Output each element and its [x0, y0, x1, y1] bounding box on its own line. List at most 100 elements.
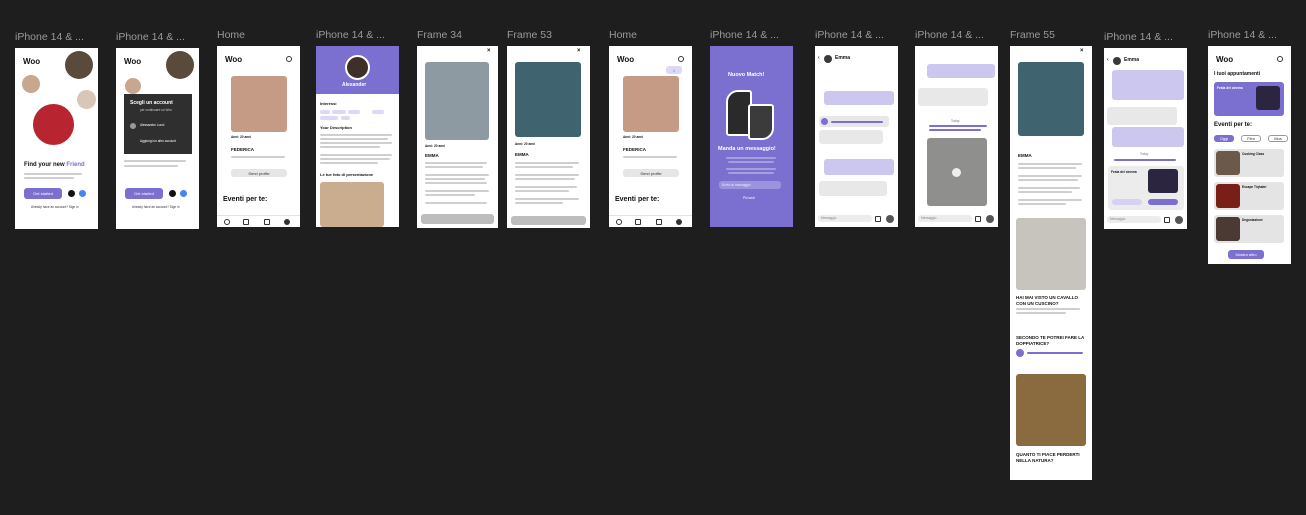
filter-tab-film[interactable]: Film: [1241, 135, 1261, 142]
frame-label[interactable]: Frame 34: [417, 29, 497, 41]
frame-appointments[interactable]: Woo I tuoi appuntamenti Festa del cinema…: [1208, 46, 1291, 264]
calendar-icon[interactable]: [243, 219, 249, 225]
frame-chat[interactable]: ‹ Emma Messaggio: [815, 46, 898, 227]
message-input[interactable]: Scrivi un messaggio: [719, 181, 781, 189]
audio-post[interactable]: [1016, 348, 1086, 358]
frame-label[interactable]: iPhone 14 & ...: [1208, 29, 1292, 41]
apple-icon[interactable]: [169, 190, 176, 197]
play-icon[interactable]: [952, 168, 961, 177]
notification-badge[interactable]: 1: [666, 66, 682, 74]
frame-label[interactable]: iPhone 14 & ...: [15, 31, 101, 43]
frame-label[interactable]: iPhone 14 & ...: [316, 29, 400, 41]
profile-icon[interactable]: [284, 219, 290, 225]
video-message[interactable]: [927, 138, 987, 206]
match-photo-2: [748, 104, 774, 140]
avatar-main: [33, 104, 74, 145]
frame-label[interactable]: iPhone 14 & ...: [815, 29, 899, 41]
audio-message[interactable]: [819, 116, 889, 127]
gallery-photo: [320, 182, 384, 227]
event-card[interactable]: Festa del cinema: [1108, 166, 1184, 210]
profile-age: Anni: 20 anni: [623, 135, 644, 139]
back-icon[interactable]: ‹: [1107, 58, 1109, 63]
camera-icon[interactable]: [975, 216, 981, 222]
calendar-icon[interactable]: [635, 219, 641, 225]
frame-label[interactable]: iPhone 14 & ...: [116, 31, 201, 43]
frame-chat-2[interactable]: Today Messaggio: [915, 46, 998, 227]
add-account-option[interactable]: Aggiungi un altro account: [140, 139, 176, 144]
frame-label[interactable]: iPhone 14 & ...: [1104, 31, 1190, 43]
frame-profile-detail[interactable]: × Anni: 20 anni EMMA: [417, 46, 498, 228]
send-profile-button[interactable]: Send profile: [623, 169, 679, 177]
close-icon[interactable]: ×: [1080, 48, 1084, 53]
frame-onboarding[interactable]: Woo Find your new Friend Get started Alr…: [15, 48, 98, 229]
frame-profile-feed[interactable]: × EMMA HAI MAI VISTO UN CAVALLO CON UN C…: [1010, 46, 1092, 480]
chat-bubble-out: [927, 64, 995, 78]
event-list-item[interactable]: Escape Tiqhater: [1214, 182, 1284, 210]
profile-age: Anni: 20 anni: [231, 135, 252, 139]
accept-button[interactable]: [1148, 199, 1178, 205]
locked-banner: [421, 214, 494, 224]
heart-icon[interactable]: [1277, 56, 1283, 62]
app-logo: Woo: [124, 57, 142, 66]
appointment-card[interactable]: Festa del cinema: [1214, 82, 1284, 116]
play-icon[interactable]: [821, 118, 828, 125]
back-icon[interactable]: ‹: [818, 56, 820, 61]
close-icon[interactable]: ×: [577, 48, 581, 53]
dialog-subtitle: per continuare su Woo: [140, 108, 173, 112]
frame-chat-event[interactable]: ‹ Emma Today Festa del cinema Messaggio: [1104, 48, 1187, 229]
camera-icon[interactable]: [875, 216, 881, 222]
frame-label[interactable]: Frame 53: [507, 29, 587, 41]
send-profile-button[interactable]: Send profile: [231, 169, 287, 177]
frame-label[interactable]: Frame 55: [1010, 29, 1090, 41]
show-more-button[interactable]: Mostra altro: [1228, 250, 1264, 259]
profile-name: EMMA: [515, 152, 529, 157]
heart-icon[interactable]: [678, 56, 684, 62]
frame-new-match[interactable]: Nuovo Match! Manda un messaggio! Scrivi …: [710, 46, 793, 227]
profile-icon[interactable]: [676, 219, 682, 225]
message-input[interactable]: Messaggio: [918, 215, 972, 222]
camera-icon[interactable]: [1164, 217, 1170, 223]
sign-in-link[interactable]: Already have an account? Sign in: [132, 205, 180, 210]
filter-tab-music[interactable]: Mus: [1268, 135, 1288, 142]
headline: Find your new Friend: [24, 162, 85, 168]
event-photo: [1216, 184, 1240, 208]
post-title: HAI MAI VISTO UN CAVALLO CON UN CUSCINO?: [1016, 295, 1079, 306]
later-link[interactable]: Più tardi: [743, 196, 755, 201]
home-icon[interactable]: [224, 219, 230, 225]
filter-tab-today[interactable]: Oggi: [1214, 135, 1234, 142]
frame-home[interactable]: Woo Anni: 20 anni FEDERICA Send profile …: [217, 46, 300, 227]
apple-icon[interactable]: [68, 190, 75, 197]
frame-label[interactable]: iPhone 14 & ...: [915, 29, 1001, 41]
frame-label[interactable]: Home: [217, 29, 297, 41]
play-icon[interactable]: [1016, 349, 1024, 357]
mic-icon[interactable]: [1175, 216, 1183, 224]
frame-profile-detail-2[interactable]: × Anni: 20 anni EMMA: [507, 46, 590, 228]
account-option[interactable]: Alessandro Lucci: [140, 123, 164, 128]
locked-banner: [511, 216, 586, 225]
send-icon[interactable]: [264, 219, 270, 225]
frame-profile[interactable]: Alexander Interessi Your Description Le …: [316, 46, 399, 227]
app-logo: Woo: [23, 57, 41, 66]
mic-icon[interactable]: [886, 215, 894, 223]
sign-in-link[interactable]: Already have an account? Sign in: [31, 205, 79, 210]
decline-button[interactable]: [1112, 199, 1142, 205]
frame-home-2[interactable]: Woo 1 Anni: 20 anni FEDERICA Send profil…: [609, 46, 692, 227]
close-icon[interactable]: ×: [487, 48, 491, 53]
event-list-item[interactable]: Degustazione: [1214, 215, 1284, 243]
heart-icon[interactable]: [286, 56, 292, 62]
frame-label[interactable]: Home: [609, 29, 689, 41]
message-input[interactable]: Messaggio: [818, 215, 872, 222]
message-input[interactable]: Messaggio: [1107, 216, 1161, 223]
profile-name: FEDERICA: [231, 147, 255, 152]
mic-icon[interactable]: [986, 215, 994, 223]
event-list-item[interactable]: Cooking Class: [1214, 149, 1284, 177]
send-icon[interactable]: [656, 219, 662, 225]
frame-choose-account[interactable]: Woo Scegli un account per continuare su …: [116, 48, 199, 229]
appointments-title: I tuoi appuntamenti: [1214, 71, 1261, 77]
home-icon[interactable]: [616, 219, 622, 225]
google-icon[interactable]: [180, 190, 187, 197]
get-started-button[interactable]: Get started: [125, 188, 163, 199]
frame-label[interactable]: iPhone 14 & ...: [710, 29, 794, 41]
google-icon[interactable]: [79, 190, 86, 197]
get-started-button[interactable]: Get started: [24, 188, 62, 199]
